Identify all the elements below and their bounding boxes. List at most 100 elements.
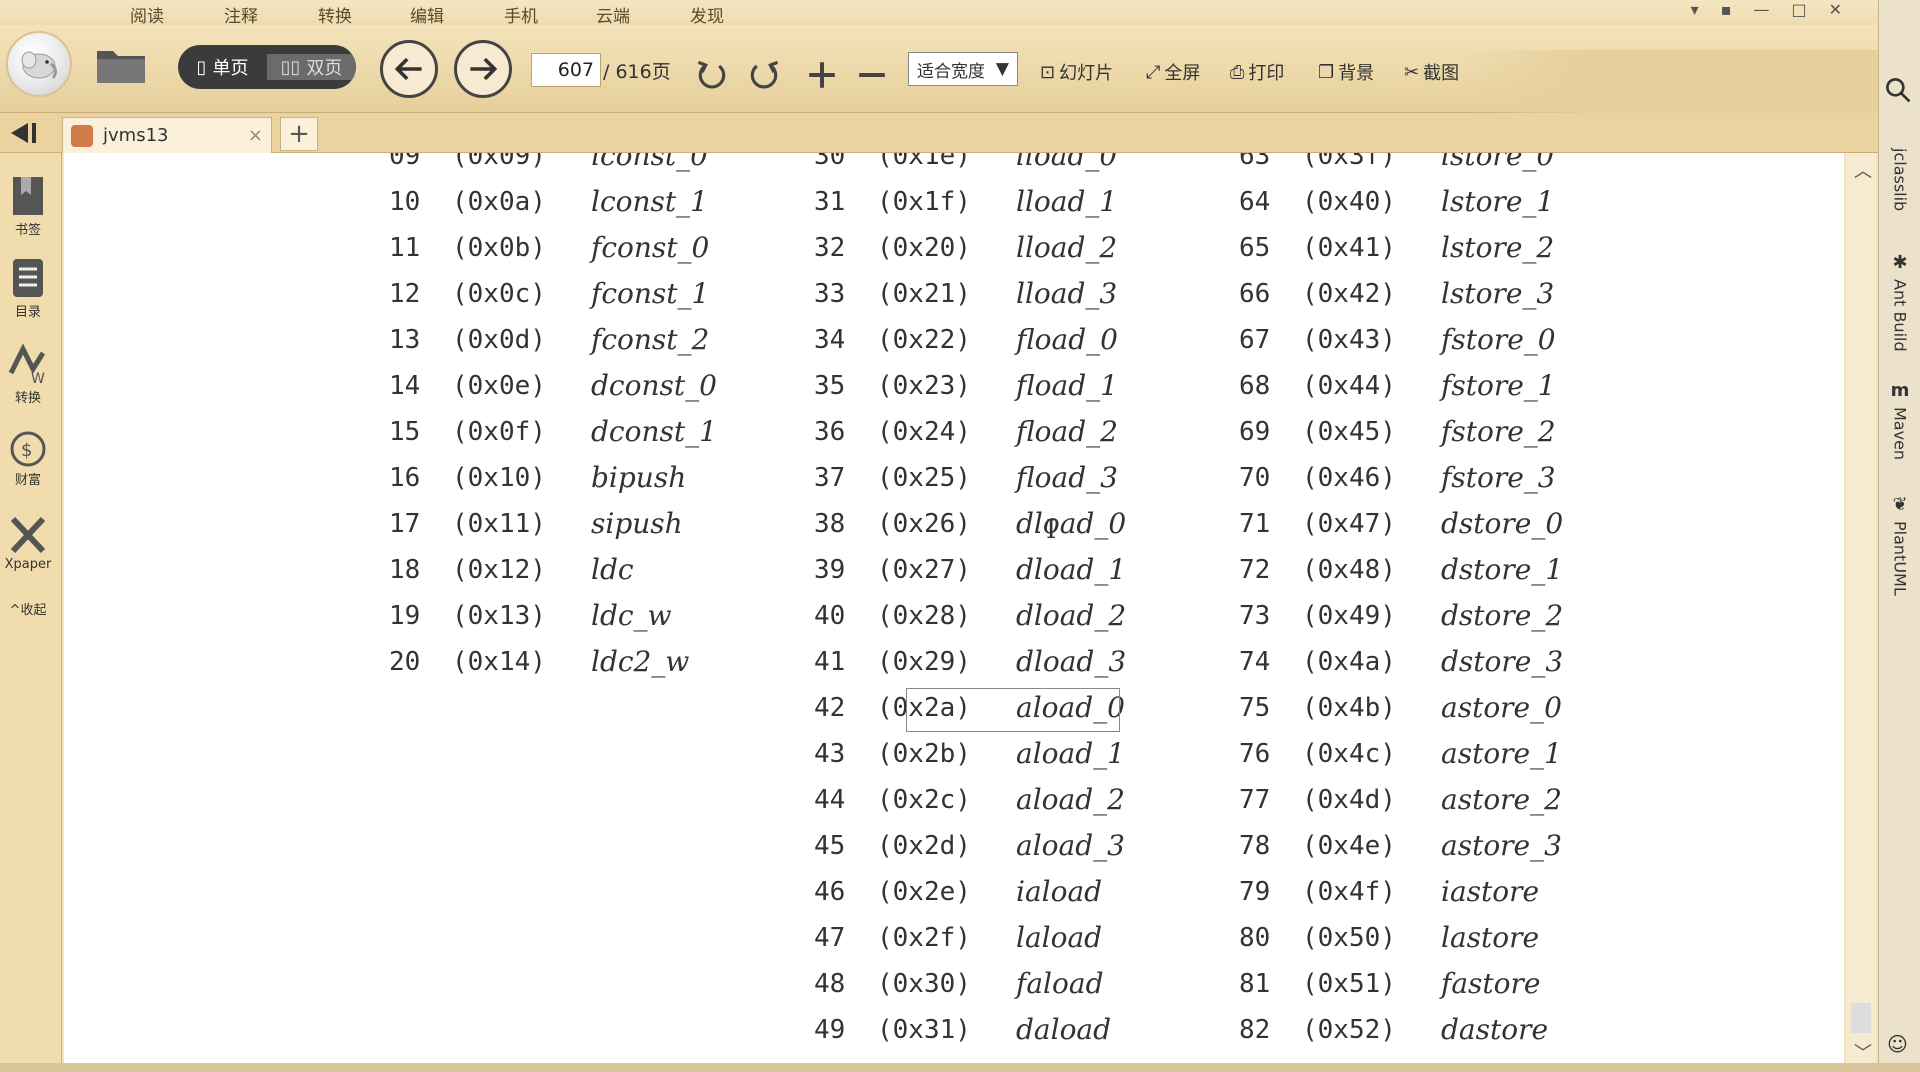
sidebar-item-xpaper[interactable]: Xpaper [0, 513, 56, 572]
tool-ant-build[interactable]: ✱ Ant Build [1885, 252, 1915, 352]
opcode-hex: (0x50) [1302, 923, 1396, 953]
tool-jclasslib[interactable]: jclasslib [1885, 148, 1915, 211]
menu-bar: 阅读 注释 转换 编辑 手机 云端 发现 ▾ ▪ — □ ✕ [0, 0, 1882, 27]
sidebar-collapse[interactable]: ^收起 [0, 599, 56, 618]
maven-icon: m [1890, 380, 1910, 401]
menu-annotate[interactable]: 注释 [224, 2, 258, 27]
arrow-left-icon [394, 57, 422, 81]
tool-plantuml[interactable]: ❦ PlantUML [1885, 494, 1915, 596]
double-page-button[interactable]: ▯▯ 双页 [267, 54, 356, 80]
new-tab-button[interactable]: + [280, 117, 318, 151]
opcode-hex: (0x13) [452, 601, 546, 631]
opcode-number: 20 [389, 647, 421, 677]
close-window-icon[interactable]: ✕ [1829, 0, 1842, 22]
tab-title: jvms13 [103, 125, 169, 146]
slideshow-button[interactable]: ⊡ 幻灯片 [1040, 55, 1113, 89]
single-page-button[interactable]: ▯ 单页 [178, 54, 267, 80]
opcode-mnemonic: dload_0 [1016, 507, 1127, 540]
print-button[interactable]: ⎙ 打印 [1230, 55, 1284, 89]
opcode-number: 43 [814, 739, 846, 769]
assistant-icon[interactable]: ☺ [1887, 1032, 1908, 1056]
opcode-hex: (0x0d) [452, 325, 546, 355]
fullscreen-label: 全屏 [1164, 63, 1201, 84]
tab-close-icon[interactable]: × [248, 125, 263, 146]
zoom-in-button[interactable] [802, 55, 842, 95]
scroll-thumb[interactable] [1851, 1003, 1871, 1033]
opcode-hex: (0x22) [877, 325, 971, 355]
opcode-mnemonic: dstore_1 [1441, 553, 1564, 586]
sidebar-item-toc[interactable]: 目录 [0, 257, 56, 320]
elephant-logo-icon [21, 51, 58, 79]
menu-edit[interactable]: 编辑 [410, 2, 444, 27]
fullscreen-button[interactable]: ⤢ 全屏 [1146, 55, 1200, 89]
scroll-down-icon[interactable]: ﹀ [1854, 1039, 1872, 1065]
open-folder-button[interactable] [94, 43, 148, 87]
left-sidebar: 书签 目录 W 转换 $ 财富 Xpaper ^收起 [0, 153, 62, 1063]
opcode-number: 76 [1239, 739, 1271, 769]
previous-page-button[interactable] [380, 40, 438, 98]
menu-discover[interactable]: 发现 [690, 2, 724, 27]
tab-bar: jvms13 × + [0, 113, 1882, 153]
tool-label: Ant Build [1890, 279, 1910, 352]
opcode-hex: (0x0f) [452, 417, 546, 447]
zoom-mode-select[interactable]: 适合宽度 ▼ [908, 52, 1018, 86]
opcode-mnemonic: lload_2 [1016, 231, 1118, 264]
minimize-icon[interactable]: — [1753, 0, 1769, 22]
tool-label: Maven [1890, 407, 1910, 461]
tab-document[interactable]: jvms13 × [62, 117, 272, 153]
page-number-input[interactable]: 607 [531, 53, 601, 87]
zoom-out-button[interactable] [852, 55, 892, 95]
opcode-mnemonic: daload [1016, 1013, 1112, 1046]
search-icon [1886, 78, 1911, 103]
opcode-number: 66 [1239, 279, 1271, 309]
opcode-number: 77 [1239, 785, 1271, 815]
rotate-left-button[interactable] [692, 55, 732, 95]
screenshot-button[interactable]: ✂ 截图 [1404, 55, 1459, 89]
menu-cloud[interactable]: 云端 [596, 2, 630, 27]
opcode-hex: (0x20) [877, 233, 971, 263]
sidebar-item-convert[interactable]: W 转换 [0, 343, 56, 406]
opcode-hex: (0x26) [877, 509, 971, 539]
opcode-number: 37 [814, 463, 846, 493]
xpaper-icon [10, 516, 46, 554]
menu-convert[interactable]: 转换 [318, 2, 352, 27]
opcode-number: 70 [1239, 463, 1271, 493]
menu-mobile[interactable]: 手机 [504, 2, 538, 27]
opcode-mnemonic: fastore [1441, 967, 1541, 1000]
opcode-hex: (0x2d) [877, 831, 971, 861]
opcode-mnemonic: dconst_1 [591, 415, 717, 448]
opcode-hex: (0x52) [1302, 1015, 1396, 1045]
window-controls: ▾ ▪ — □ ✕ [1691, 0, 1842, 22]
sidebar-item-bookmarks[interactable]: 书签 [0, 175, 56, 238]
opcode-number: 10 [389, 187, 421, 217]
sidebar-item-label: 转换 [14, 391, 41, 406]
menu-read[interactable]: 阅读 [130, 2, 164, 27]
opcode-hex: (0x21) [877, 279, 971, 309]
opcode-number: 71 [1239, 509, 1271, 539]
opcode-number: 75 [1239, 693, 1271, 723]
tool-label: PlantUML [1890, 521, 1910, 596]
vertical-scrollbar[interactable]: ︿ ﹀ [1846, 153, 1876, 1065]
opcode-mnemonic: fstore_0 [1441, 323, 1556, 356]
opcode-hex: (0x23) [877, 371, 971, 401]
collapse-label: ^收起 [9, 603, 47, 618]
tool-maven[interactable]: m Maven [1885, 380, 1915, 460]
dropdown-icon[interactable]: ▾ [1691, 0, 1699, 22]
rotate-left-icon [697, 60, 726, 89]
scroll-up-icon[interactable]: ︿ [1854, 157, 1872, 183]
text-selection-box [906, 688, 1120, 732]
tab-back-icon[interactable] [8, 119, 38, 147]
skin-icon[interactable]: ▪ [1721, 0, 1732, 22]
next-page-button[interactable] [454, 40, 512, 98]
app-logo[interactable] [6, 31, 72, 97]
opcode-number: 17 [389, 509, 421, 539]
background-button[interactable]: ❐ 背景 [1318, 55, 1374, 89]
background-label: 背景 [1338, 63, 1375, 84]
opcode-mnemonic: ldc_w [591, 599, 672, 632]
maximize-icon[interactable]: □ [1791, 0, 1806, 22]
sidebar-item-wealth[interactable]: $ 财富 [0, 425, 56, 488]
rotate-right-button[interactable] [744, 55, 784, 95]
search-button[interactable] [1883, 75, 1917, 109]
opcode-hex: (0x4f) [1302, 877, 1396, 907]
opcode-hex: (0x2f) [877, 923, 971, 953]
